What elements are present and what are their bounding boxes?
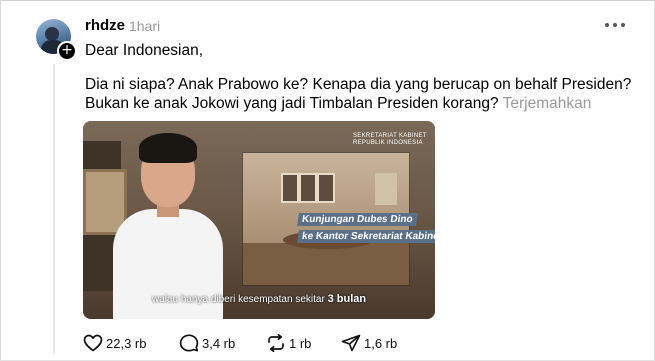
- heart-icon: [83, 334, 103, 352]
- repost-count: 1 rb: [289, 336, 312, 351]
- inset-picture: [281, 173, 299, 203]
- inset-picture: [299, 173, 317, 203]
- post-time[interactable]: 1hari: [129, 18, 160, 34]
- top-divider: [0, 0, 655, 1]
- post-text-greeting: Dear Indonesian,: [85, 42, 204, 59]
- media-caption: Kunjungan Dubes Dino ke Kantor Sekretari…: [297, 213, 435, 251]
- avatar-figure-head: [45, 27, 59, 41]
- video-thumbnail[interactable]: SEKRETARIAT KABINET REPUBLIK INDONESIA K…: [83, 121, 435, 319]
- frame-border-left: [0, 0, 1, 361]
- comment-count: 3,4 rb: [202, 336, 236, 351]
- share-count: 1,6 rb: [364, 336, 398, 351]
- username[interactable]: rhdze: [85, 17, 125, 34]
- media-person: [113, 131, 223, 319]
- media-subtitle: walau hanya diberi kesempatan sekitar 3 …: [83, 293, 435, 305]
- person-hair: [139, 133, 197, 163]
- repost-icon: [268, 334, 284, 352]
- thread-line: [53, 64, 55, 354]
- translate-link[interactable]: Terjemahkan: [503, 95, 592, 112]
- post-text-line-1: Dia ni siapa? Anak Prabowo ke? Kenapa di…: [85, 76, 632, 93]
- post-text-line-2-content: Bukan ke anak Jokowi yang jadi Timbalan …: [85, 95, 499, 112]
- media-logo-text: SEKRETARIAT KABINET REPUBLIK INDONESIA: [353, 133, 428, 147]
- comment-icon: [179, 334, 199, 352]
- inset-emblem: [375, 173, 397, 205]
- post-text-line-2: Bukan ke anak Jokowi yang jadi Timbalan …: [85, 95, 591, 113]
- logo-line-1: SEKRETARIAT KABINET: [353, 133, 427, 139]
- subtitle-bold: 3 bulan: [327, 293, 367, 305]
- like-count: 22,3 rb: [106, 336, 147, 351]
- caption-line-2: ke Kantor Sekretariat Kabinet: [297, 230, 435, 243]
- logo-line-2: REPUBLIK INDONESIA: [353, 140, 423, 146]
- follow-plus-icon[interactable]: +: [57, 41, 77, 61]
- more-icon[interactable]: [605, 18, 625, 32]
- caption-line-1: Kunjungan Dubes Dino: [297, 213, 418, 226]
- subtitle-text: walau hanya diberi kesempatan sekitar: [151, 294, 325, 305]
- inset-picture: [317, 173, 335, 203]
- share-icon: [341, 334, 361, 352]
